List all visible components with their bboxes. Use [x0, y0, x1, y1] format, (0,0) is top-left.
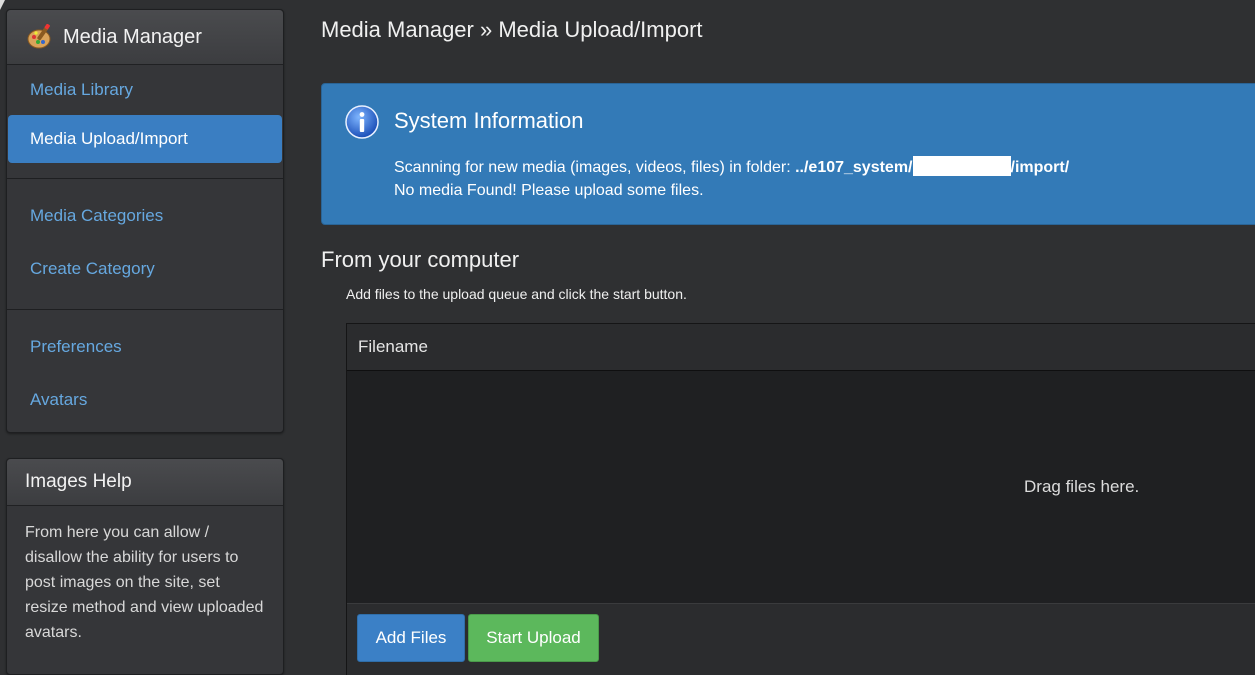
no-media-message: No media Found! Please upload some files…: [394, 182, 704, 199]
folder-path-start: ../e107_system/: [795, 159, 913, 176]
sidebar-nav-panel: Media Manager Media Library Media Upload…: [6, 9, 284, 433]
filename-column-header: Filename: [347, 324, 1255, 371]
info-icon: [345, 105, 379, 139]
mouse-cursor: [0, 0, 5, 10]
scan-message: Scanning for new media (images, videos, …: [394, 156, 1069, 177]
upload-toolbar: Add Files Start Upload: [347, 603, 1255, 675]
section-title: From your computer: [321, 247, 520, 272]
sidebar-item-media-categories[interactable]: Media Categories: [7, 191, 283, 241]
page-title: Media Manager » Media Upload/Import: [321, 17, 703, 42]
media-manager-logo-icon: [27, 24, 51, 49]
help-title: Images Help: [25, 471, 132, 492]
redacted-folder: [912, 156, 1011, 176]
help-header: Images Help: [7, 459, 283, 506]
upload-queue: Filename Drag files here. Add Files Star…: [346, 323, 1255, 675]
sidebar-item-avatars[interactable]: Avatars: [7, 375, 283, 425]
help-text: From here you can allow / disallow the a…: [25, 524, 264, 641]
section-subtitle: Add files to the upload queue and click …: [346, 286, 687, 302]
folder-path-end: /import/: [1010, 159, 1070, 176]
sidebar-item-preferences[interactable]: Preferences: [7, 322, 283, 372]
sidebar-item-create-category[interactable]: Create Category: [7, 244, 283, 294]
sidebar-title: Media Manager: [63, 25, 202, 48]
sidebar-item-media-upload-import[interactable]: Media Upload/Import: [8, 115, 282, 163]
help-panel: Images Help From here you can allow / di…: [6, 458, 284, 675]
scan-prefix: Scanning for new media (images, videos, …: [394, 159, 796, 176]
drop-zone-text: Drag files here.: [1024, 477, 1140, 496]
sidebar-header: Media Manager: [7, 10, 283, 65]
start-upload-button[interactable]: Start Upload: [468, 614, 599, 662]
system-information-alert: System Information Scanning for new medi…: [321, 83, 1255, 225]
add-files-button[interactable]: Add Files: [357, 614, 465, 662]
drop-zone[interactable]: Drag files here.: [347, 371, 1255, 603]
alert-title: System Information: [394, 108, 584, 133]
sidebar-item-media-library[interactable]: Media Library: [7, 65, 283, 115]
